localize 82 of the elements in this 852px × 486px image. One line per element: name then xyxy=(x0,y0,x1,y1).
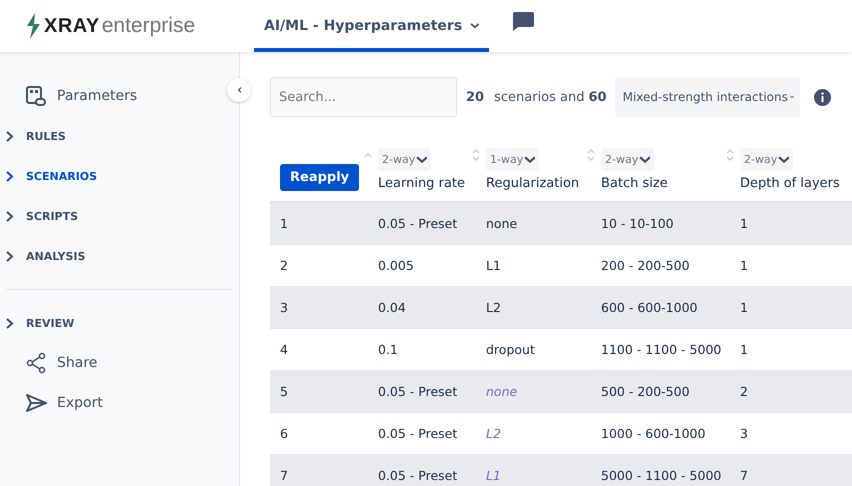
row-number: 3 xyxy=(279,300,289,315)
chevron-right-icon xyxy=(6,130,14,142)
lightning-bolt-icon xyxy=(26,13,42,39)
column-header: Learning rate xyxy=(378,176,466,191)
table-cell-text: 5000 - 1100 - 5000 xyxy=(601,468,722,483)
column-header: Regularization xyxy=(486,176,580,191)
table-cell-text: 7 xyxy=(740,468,749,483)
table-cell-text: 1 xyxy=(740,342,749,357)
interaction-count: 60 xyxy=(588,90,607,104)
table-cell-text: 0.04 xyxy=(378,300,407,315)
table-cell-text: 1 xyxy=(740,216,749,231)
table-cell-text: 10 - 10-100 xyxy=(601,216,675,231)
chevron-right-icon xyxy=(6,250,14,262)
chevron-right-icon xyxy=(6,170,14,182)
table-cell-text: 0.05 - Preset xyxy=(378,384,458,399)
reapply-button[interactable]: Reapply xyxy=(280,164,360,191)
row-number: 6 xyxy=(279,426,289,441)
sidebar-item[interactable]: Export xyxy=(0,383,111,423)
table-cell-text: dropout xyxy=(486,342,536,357)
table-cell-text: none xyxy=(486,216,518,231)
table-cell-text: 3 xyxy=(740,426,749,441)
column-header: Depth of layers xyxy=(740,176,841,191)
table-cell-text: 1100 - 1100 - 5000 xyxy=(601,342,722,357)
sort-icon xyxy=(472,149,480,161)
table-cell-text: none xyxy=(486,384,518,399)
row-number: 5 xyxy=(279,384,289,399)
row-number: 7 xyxy=(279,468,289,483)
row-number: 2 xyxy=(279,258,289,273)
strength-dropdown[interactable]: 2-way xyxy=(378,148,432,171)
strength-dropdown[interactable]: 2-way xyxy=(601,148,654,171)
strength-dropdown[interactable]: 1-way xyxy=(486,148,540,171)
chevron-right-icon xyxy=(6,318,14,328)
sidebar-section[interactable]: REVIEW xyxy=(0,303,239,343)
info-icon xyxy=(814,88,831,106)
summary-text: scenarios and xyxy=(494,90,584,104)
sort-icon xyxy=(587,149,595,161)
caret-icon xyxy=(524,156,536,164)
table-cell-text: 1 xyxy=(740,258,749,273)
table-cell-text: 0.005 xyxy=(378,258,415,273)
table-cell-text: 0.05 - Preset xyxy=(378,216,458,231)
sidebar-section[interactable]: RULES xyxy=(0,116,239,156)
row-number: 4 xyxy=(279,342,289,357)
strategy-dropdown[interactable]: Mixed-strength interactions xyxy=(614,77,800,117)
table-cell-text: 600 - 600-1000 xyxy=(601,300,698,315)
sidebar-section[interactable]: SCRIPTS xyxy=(0,196,239,236)
table-cell-text: 1 xyxy=(740,300,749,315)
chat-icon xyxy=(513,12,534,31)
strength-dropdown[interactable]: 2-way xyxy=(740,148,794,171)
table-cell-text: L2 xyxy=(486,300,502,315)
collapse-button[interactable] xyxy=(227,78,251,102)
paper-plane-icon xyxy=(25,392,47,414)
table-cell-text: L2 xyxy=(486,426,502,441)
caret-icon xyxy=(416,156,428,164)
table-cell-text: 0.05 - Preset xyxy=(378,468,458,483)
parameters-icon xyxy=(25,85,47,107)
caret-icon xyxy=(470,23,480,29)
caret-icon xyxy=(639,156,650,164)
table-cell-text: 0.1 xyxy=(378,342,399,357)
table-cell-text: L1 xyxy=(486,468,502,483)
caret-icon xyxy=(778,156,790,164)
logo-text: enterprise xyxy=(102,14,196,38)
table-cell-text: 1000 - 600-1000 xyxy=(601,426,706,441)
caret-icon xyxy=(790,94,794,100)
chevron-right-icon xyxy=(6,210,14,222)
scenario-count: 20 xyxy=(466,90,484,104)
project-tab[interactable]: AI/ML - Hyperparameters xyxy=(254,0,490,52)
table-cell-text: 500 - 200-500 xyxy=(601,384,691,399)
share-icon xyxy=(25,352,47,374)
table-cell-text: 200 - 200-500 xyxy=(601,258,691,273)
row-number: 1 xyxy=(279,216,289,231)
sort-icon xyxy=(726,149,734,161)
search-field[interactable]: Search... xyxy=(270,77,457,117)
sidebar-item[interactable]: Share xyxy=(0,343,106,383)
column-header: Batch size xyxy=(601,176,669,191)
sidebar-section[interactable]: SCENARIOS xyxy=(0,156,239,196)
table-cell-text: 2 xyxy=(740,384,749,399)
sort-icon xyxy=(364,153,372,158)
table-cell-text: L1 xyxy=(486,258,502,273)
sidebar-item[interactable]: Parameters xyxy=(0,76,146,116)
sidebar-section[interactable]: ANALYSIS xyxy=(0,236,239,276)
table-cell-text: 0.05 - Preset xyxy=(378,426,458,441)
logo-text: XRAY xyxy=(44,14,100,38)
